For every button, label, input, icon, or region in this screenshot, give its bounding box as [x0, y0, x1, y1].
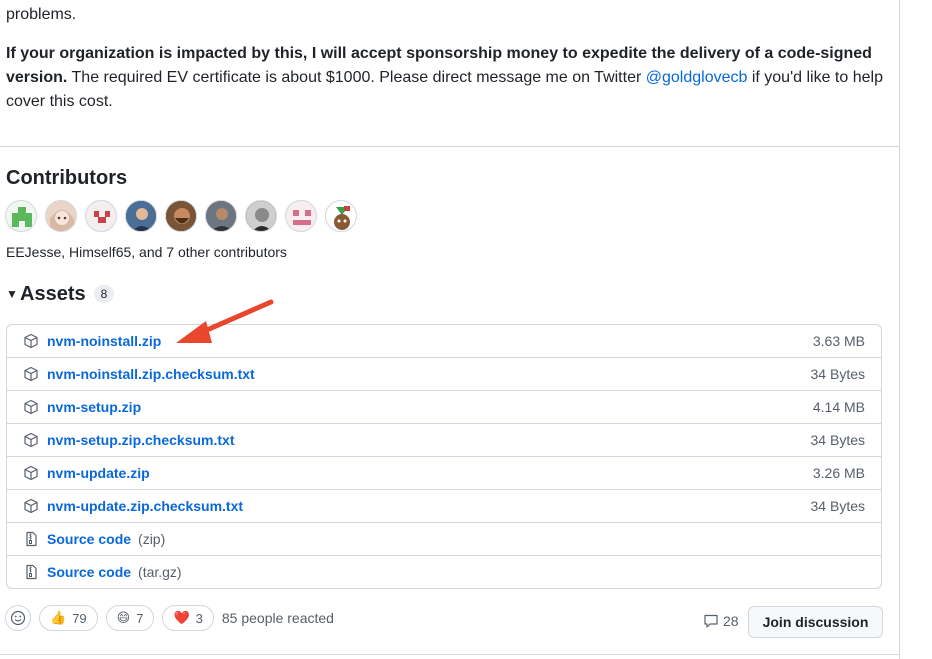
asset-row: nvm-noinstall.zip 3.63 MB — [7, 325, 881, 357]
heart-reaction[interactable]: ❤️ 3 — [162, 605, 214, 631]
thumbs-up-reaction[interactable]: 👍 79 — [39, 605, 98, 631]
asset-link[interactable]: nvm-update.zip — [47, 465, 150, 481]
contributor-avatar[interactable] — [245, 200, 277, 232]
package-icon — [23, 432, 39, 448]
contributor-avatar[interactable] — [85, 200, 117, 232]
package-icon — [23, 399, 39, 415]
source-code-zip-link[interactable]: Source code — [47, 531, 131, 547]
asset-row: nvm-update.zip 3.26 MB — [7, 456, 881, 489]
asset-format: (tar.gz) — [138, 564, 182, 580]
contributor-avatar[interactable] — [325, 200, 357, 232]
comments-count[interactable]: 28 — [703, 613, 739, 629]
laugh-icon: 😄 — [116, 610, 131, 625]
asset-link[interactable]: nvm-setup.zip — [47, 399, 141, 415]
contributors-summary: EEJesse, Himself65, and 7 other contribu… — [6, 244, 287, 260]
heart-icon: ❤️ — [173, 610, 190, 625]
package-icon — [23, 498, 39, 514]
asset-row: Source code (tar.gz) — [7, 555, 881, 588]
section-divider — [0, 146, 899, 147]
asset-row: nvm-update.zip.checksum.txt 34 Bytes — [7, 489, 881, 522]
reactions-bar: 👍 79 😄 7 ❤️ 3 85 people reacted — [5, 605, 334, 631]
contributor-avatar[interactable] — [285, 200, 317, 232]
annotation-arrow-icon — [176, 299, 274, 343]
asset-size: 3.26 MB — [812, 465, 865, 481]
join-discussion-button[interactable]: Join discussion — [748, 606, 883, 638]
contributor-avatar[interactable] — [45, 200, 77, 232]
asset-format: (zip) — [138, 531, 166, 547]
content-right-border — [899, 0, 900, 659]
add-reaction-button[interactable] — [5, 605, 31, 631]
twitter-handle-link[interactable]: @goldglovecb — [646, 69, 748, 86]
thumbs-up-count: 79 — [72, 610, 87, 626]
triangle-down-icon[interactable]: ▼ — [6, 287, 20, 301]
asset-link[interactable]: nvm-update.zip.checksum.txt — [47, 498, 243, 514]
contributor-avatar[interactable] — [125, 200, 157, 232]
contributor-avatars — [5, 200, 357, 232]
asset-link[interactable]: nvm-noinstall.zip.checksum.txt — [47, 366, 255, 382]
asset-row: Source code (zip) — [7, 522, 881, 555]
assets-count-badge: 8 — [93, 285, 115, 303]
assets-title: Assets — [20, 283, 86, 305]
sponsorship-text: The required EV certificate is about $10… — [67, 69, 646, 86]
asset-size: 34 Bytes — [810, 432, 865, 448]
laugh-reaction[interactable]: 😄 7 — [105, 605, 155, 631]
comment-icon — [704, 614, 718, 628]
file-zip-icon — [23, 564, 39, 580]
file-zip-icon — [23, 531, 39, 547]
contributor-avatar[interactable] — [5, 200, 37, 232]
reactions-summary: 85 people reacted — [221, 610, 334, 626]
contributors-title: Contributors — [6, 167, 128, 189]
asset-link[interactable]: nvm-setup.zip.checksum.txt — [47, 432, 235, 448]
asset-link[interactable]: nvm-noinstall.zip — [47, 333, 161, 349]
package-icon — [23, 333, 39, 349]
assets-header[interactable]: ▼ Assets 8 — [6, 282, 115, 306]
thumbs-up-icon: 👍 — [50, 610, 67, 625]
asset-row: nvm-setup.zip.checksum.txt 34 Bytes — [7, 423, 881, 456]
bottom-border — [0, 654, 899, 655]
package-icon — [23, 366, 39, 382]
laugh-count: 7 — [136, 610, 144, 626]
asset-row: nvm-setup.zip 4.14 MB — [7, 390, 881, 423]
asset-size: 4.14 MB — [812, 399, 865, 415]
assets-list: nvm-noinstall.zip 3.63 MB nvm-noinstall.… — [6, 324, 882, 589]
contributor-avatar[interactable] — [205, 200, 237, 232]
asset-size: 34 Bytes — [810, 366, 865, 382]
package-icon — [23, 465, 39, 481]
intro-line: problems. — [6, 6, 77, 23]
asset-size: 34 Bytes — [810, 498, 865, 514]
smiley-icon — [10, 610, 26, 626]
sponsorship-paragraph: If your organization is impacted by this… — [6, 42, 886, 114]
heart-count: 3 — [195, 610, 203, 626]
source-code-targz-link[interactable]: Source code — [47, 564, 131, 580]
asset-row: nvm-noinstall.zip.checksum.txt 34 Bytes — [7, 357, 881, 390]
contributor-avatar[interactable] — [165, 200, 197, 232]
comment-count: 28 — [723, 613, 739, 629]
asset-size: 3.63 MB — [812, 333, 865, 349]
